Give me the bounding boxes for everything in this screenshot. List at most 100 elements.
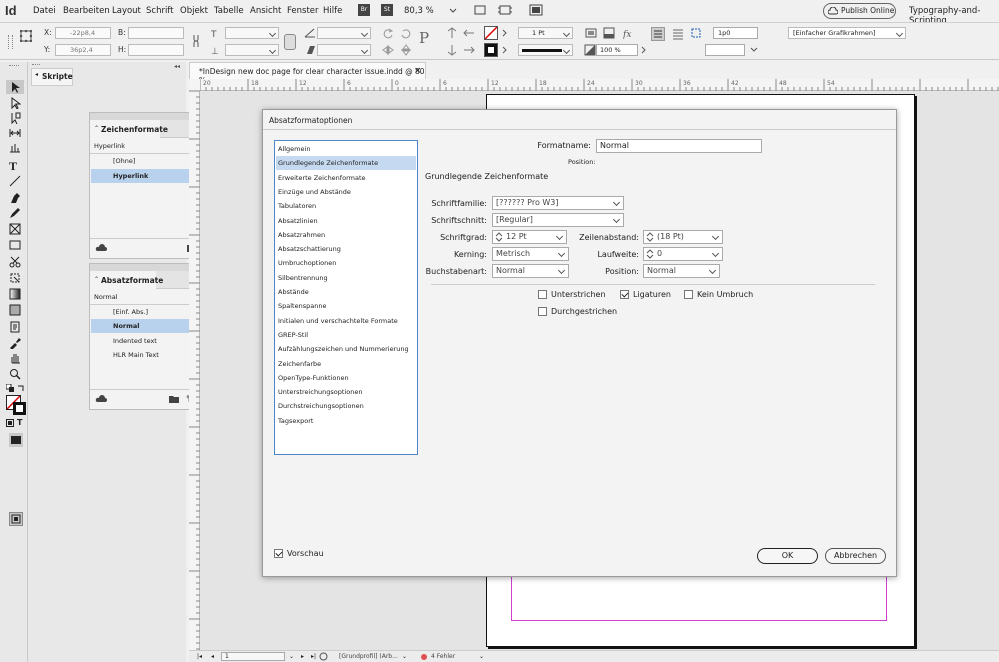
menu-fenster[interactable]: Fenster [287,6,319,16]
last-page-icon[interactable]: ▸| [311,653,316,660]
gradient-swatch-tool-icon[interactable] [9,288,23,300]
first-page-icon[interactable]: |◂ [197,653,202,660]
rectangle-frame-tool-icon[interactable] [9,223,23,235]
stepper-icon[interactable] [646,249,654,259]
font-style-dropdown[interactable]: [Regular] [492,213,624,227]
zoom-level[interactable]: 80,3 % [404,6,434,16]
document-tab[interactable]: *InDesign new doc page for clear charact… [189,62,426,85]
category-item[interactable]: Absatzrahmen [276,228,416,242]
cc-library-icon[interactable] [95,244,107,254]
horizontal-ruler[interactable]: 20 18 12 6 0 6 12 18 24 30 36 42 48 54 [189,79,999,91]
stroke-weight-dropdown[interactable]: 1 Pt [518,27,573,39]
bridge-button[interactable]: Br [358,4,370,16]
apply-color-icon[interactable] [9,433,23,447]
x-field[interactable]: -22p8,4 [55,27,111,39]
cancel-button[interactable]: Abbrechen [825,548,886,564]
page-tool-icon[interactable] [9,112,23,125]
category-item[interactable]: Grundlegende Zeichenformate [276,156,416,171]
error-dropdown-icon[interactable]: ⌄ [479,653,484,660]
select-content-icon[interactable] [446,44,458,58]
position-dropdown[interactable]: Normal [643,264,720,278]
note-tool-icon[interactable] [9,321,23,333]
category-item[interactable]: Tagsexport [276,414,416,428]
menu-tabelle[interactable]: Tabelle [214,6,244,16]
formatname-input[interactable]: Normal [596,139,762,153]
menu-objekt[interactable]: Objekt [180,6,208,16]
pencil-tool-icon[interactable] [9,207,23,219]
page-dropdown-icon[interactable]: ⌄ [289,653,294,660]
category-item[interactable]: Tabulatoren [276,199,416,213]
scale-y-dropdown[interactable] [225,44,279,56]
close-document-icon[interactable]: × [414,66,422,76]
constrain-proportions-icon[interactable] [191,34,201,50]
collapse-dock-icon[interactable]: ◂◂ [174,63,180,70]
profile-dropdown-icon[interactable]: ⌄ [402,653,407,660]
stroke-dropdown-icon[interactable] [502,46,508,56]
panel-collapse-arrow-icon[interactable]: ⌃ [94,276,99,283]
preflight-profile[interactable]: [Grundprofil] (Arb... [339,653,398,660]
hand-tool-icon[interactable] [9,352,23,364]
zoom-tool-icon[interactable] [9,368,23,380]
underline-checkbox[interactable] [538,290,547,299]
stepper-icon[interactable] [495,232,503,242]
shear-dropdown[interactable] [317,44,371,56]
content-collector-icon[interactable] [9,142,23,154]
menu-datei[interactable]: Datei [33,6,56,16]
category-item[interactable]: Aufzählungszeichen und Nummerierung [276,342,416,356]
rotate-cw-icon[interactable] [382,27,394,41]
corner-options-icon[interactable] [690,27,702,41]
fill-dropdown-icon[interactable] [502,29,508,39]
eyedropper-tool-icon[interactable] [9,337,23,350]
formatting-affects-container-icon[interactable] [6,419,14,429]
stepper-icon[interactable] [646,232,654,242]
view-options-icon[interactable] [498,4,512,18]
menu-bearbeiten[interactable]: Bearbeiten [63,6,110,16]
ok-button[interactable]: OK [757,548,818,564]
gap-tool-icon[interactable] [9,127,23,139]
free-transform-tool-icon[interactable] [9,272,23,284]
formatting-affects-text-icon[interactable]: T [17,418,22,427]
scripts-panel-tab[interactable]: ◂ Skripte [31,68,73,86]
category-item[interactable]: Erweiterte Zeichenformate [276,171,416,185]
category-item[interactable]: Silbentrennung [276,271,416,285]
normal-view-mode-icon[interactable] [9,512,23,526]
fit-content-icon[interactable] [585,27,597,41]
type-tool-icon[interactable]: T [9,159,23,173]
category-item[interactable]: Unterstreichungsoptionen [276,385,416,399]
corner-dropdown-icon[interactable] [750,46,758,56]
flip-vertical-icon[interactable] [400,44,412,58]
object-style-dropdown[interactable]: [Einfacher Grafikrahmen] [788,27,906,39]
select-next-icon[interactable] [463,44,475,58]
effects-icon[interactable]: fx [622,27,635,41]
stock-button[interactable]: St [381,4,393,16]
stroke-type-dropdown[interactable] [518,44,573,56]
category-item[interactable]: Abstände [276,285,416,299]
previous-page-icon[interactable]: ◂ [211,653,214,660]
category-item[interactable]: OpenType-Funktionen [276,371,416,385]
scale-link-icon[interactable] [284,34,296,50]
text-wrap-bbox-icon[interactable] [671,27,685,43]
selection-tool-icon[interactable] [9,81,23,93]
swap-colors-icon[interactable] [17,384,25,394]
category-item[interactable]: Absatzlinien [276,214,416,228]
gradient-feather-tool-icon[interactable] [9,304,23,316]
height-field[interactable] [128,44,184,56]
zoom-dropdown-icon[interactable] [449,6,457,16]
tracking-dropdown[interactable]: 0 [643,247,723,261]
stroke-swatch-tool[interactable] [13,402,26,415]
category-list[interactable]: Allgemein Grundlegende Zeichenformate Erwe… [274,140,418,455]
flip-horizontal-icon[interactable] [382,44,394,58]
fill-none-swatch[interactable] [484,26,498,40]
width-field[interactable] [128,27,184,39]
line-tool-icon[interactable] [9,175,23,187]
category-item[interactable]: Spaltenspanne [276,299,416,313]
rectangle-tool-icon[interactable] [9,239,23,251]
vertical-ruler[interactable] [189,91,200,650]
scale-x-dropdown[interactable] [225,27,279,39]
opacity-field[interactable]: 100 % [596,44,638,56]
category-item[interactable]: Durchstreichungsoptionen [276,399,416,413]
leading-dropdown[interactable]: (18 Pt) [643,230,723,244]
pen-tool-icon[interactable] [9,192,23,204]
select-container-icon[interactable] [446,27,458,41]
category-item[interactable]: Umbruchoptionen [276,256,416,270]
